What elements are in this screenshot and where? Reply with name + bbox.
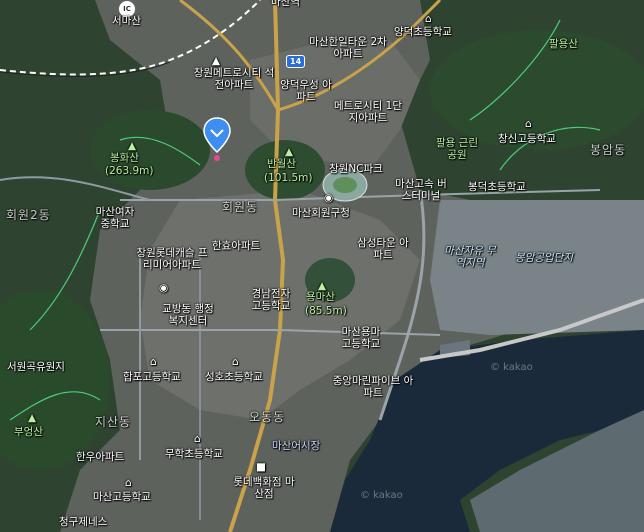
label-masan-hanil: 마산한일타운 2차아파트	[309, 36, 387, 60]
label-cheonggu-genes: 청구제네스	[59, 516, 108, 528]
label-happo-school: 합포고등학교	[123, 371, 181, 383]
label-masan-station: 마산역	[271, 0, 300, 8]
mountain-icon: ▲	[128, 140, 137, 152]
label-bus-terminal: 마산고속 버스터미널	[395, 178, 447, 202]
label-gyeongnam-elec-high: 경남전자 고등학교	[251, 288, 291, 312]
store-icon: ■	[256, 461, 266, 473]
label-bongdeok-school: 봉덕초등학교	[468, 181, 526, 193]
office-icon: ◉	[324, 192, 334, 204]
label-hanu-apt: 한우아파트	[76, 451, 125, 463]
label-hoewon-2-dong: 회원2동	[6, 208, 51, 222]
label-yangdeok-school: 양덕초등학교	[394, 26, 452, 38]
apartment-icon: ▲	[212, 55, 221, 67]
school-icon: ⌂	[194, 433, 201, 445]
kakao-watermark: © kakao	[360, 490, 403, 501]
label-yongma-high: 마산용마 고등학교	[341, 326, 381, 350]
label-lotte-dept: 롯데백화점 마산점	[233, 476, 295, 500]
label-bonghwasan: 봉화산	[110, 152, 139, 164]
label-masan-high: 마산고등학교	[93, 491, 151, 503]
label-metrocity-1: 메트로시티 1단지아파트	[334, 100, 402, 124]
label-muhak-school: 무학초등학교	[165, 448, 223, 460]
office-icon: ◉	[159, 282, 169, 294]
label-bonghwasan-height: (263.9m)	[105, 165, 154, 177]
label-nc-park: 창원NC파크	[329, 163, 383, 175]
label-gyobang-center: 교방동 행정복지센터	[162, 303, 214, 327]
label-bueongsan: 부엉산	[14, 426, 43, 438]
label-masan-girls-middle: 마산여자 중학교	[95, 206, 135, 230]
school-icon: ⌂	[525, 118, 532, 130]
label-metrocity-seokjeon: 창원메트로시티 석전아파트	[193, 67, 275, 91]
label-samsung-town: 삼성타운 아파트	[357, 237, 409, 261]
mountain-icon: ▲	[318, 280, 327, 292]
mountain-icon: ▲	[28, 412, 37, 424]
label-hanhyo-apt: 한효아파트	[212, 240, 261, 252]
label-odong-dong: 오동동	[249, 410, 286, 424]
highway-shield: 14	[286, 55, 306, 68]
school-icon: ⌂	[425, 13, 432, 25]
label-seowon-reservoir: 서원곡유원지	[7, 361, 65, 373]
label-seomasan: 서마산	[112, 15, 141, 27]
label-bongam-industrial: 봉암공업단지	[515, 252, 573, 264]
label-bongam-dong: 봉암동	[590, 143, 627, 157]
label-fish-market: 마산어시장	[272, 440, 321, 452]
label-yongmasan: 용마산	[306, 291, 335, 303]
label-yongmasan-height: (85.5m)	[305, 305, 347, 317]
label-lotte-castle: 창원롯데캐슬 프리미어아파트	[136, 247, 208, 271]
label-changsin-high: 창신고등학교	[498, 133, 556, 145]
school-icon: ⌂	[232, 356, 239, 368]
school-icon: ⌂	[125, 477, 132, 489]
map-view[interactable]: IC 14 마산역 서마산 마산한일타운 2차아파트 양덕초등학교 팔용산 창원…	[0, 0, 644, 532]
label-hoewon-office: 마산회원구청	[292, 207, 350, 219]
label-jungang-marina: 중앙마린파이브 아파트	[332, 375, 414, 399]
label-banwolsan-height: (101.5m)	[264, 172, 313, 184]
mountain-icon: ▲	[285, 146, 294, 158]
label-banwolsan: 반월산	[267, 158, 296, 170]
kakao-watermark: © kakao	[490, 362, 533, 373]
label-seongho-school: 성호초등학교	[205, 371, 263, 383]
school-icon: ⌂	[150, 356, 157, 368]
label-palyong-park: 팔용 근린공원	[436, 137, 478, 161]
label-yangdeok-wooseong: 양덕우성 아파트	[280, 79, 332, 103]
label-jisan-dong: 지산동	[95, 415, 132, 429]
label-hoewon-dong: 회원동	[222, 200, 259, 214]
location-pin-icon[interactable]	[202, 116, 232, 162]
label-palyongsan: 팔용산	[549, 38, 578, 50]
label-free-trade: 마산자유 무역지역	[444, 245, 496, 269]
